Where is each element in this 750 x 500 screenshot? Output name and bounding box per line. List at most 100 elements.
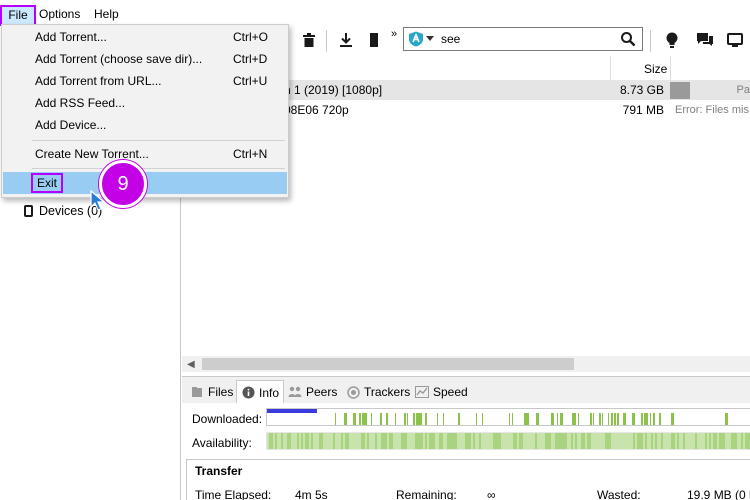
torrent-size: 791 MB	[622, 103, 664, 117]
remaining-value: ∞	[487, 488, 496, 500]
toolbar: » see	[288, 27, 750, 53]
piece-mark	[557, 413, 558, 425]
overflow-chevron-icon[interactable]: »	[385, 25, 403, 43]
menu-item-add-rss-feed[interactable]: Add RSS Feed...	[3, 92, 287, 114]
chat-icon[interactable]	[696, 31, 714, 49]
piece-mark	[590, 413, 592, 425]
torrent-status: Pa	[670, 82, 750, 99]
piece-mark	[653, 413, 655, 425]
piece-mark	[551, 413, 554, 425]
wasted-value: 19.9 MB (0 h	[687, 488, 750, 500]
piece-mark	[650, 413, 651, 425]
menu-item-add-torrent-from-url[interactable]: Add Torrent from URL... Ctrl+U	[3, 70, 287, 92]
horizontal-scrollbar[interactable]: ◀	[182, 356, 750, 372]
piece-mark	[476, 413, 477, 425]
piece-mark	[617, 413, 619, 425]
piece-mark	[611, 413, 613, 425]
piece-mark	[335, 413, 336, 425]
speed-graph-icon	[415, 385, 429, 399]
device-icon	[24, 205, 33, 217]
downloaded-pieces-bar	[266, 408, 750, 426]
status-text: Pa	[736, 84, 750, 96]
wasted-label: Wasted:	[597, 488, 641, 500]
piece-mark	[395, 413, 396, 425]
menu-options[interactable]: Options	[39, 5, 80, 23]
search-provider-icon[interactable]	[408, 31, 424, 47]
menu-item-label: Add Torrent (choose save dir)...	[35, 52, 203, 66]
piece-mark	[659, 413, 661, 425]
tab-label: Peers	[306, 385, 338, 399]
piece-mark	[425, 413, 427, 425]
piece-mark	[413, 413, 415, 425]
menu-file[interactable]: File	[0, 5, 36, 26]
menu-item-label: Add Torrent from URL...	[35, 74, 162, 88]
scrollbar-thumb[interactable]	[202, 358, 574, 370]
availability-label: Availability:	[192, 436, 252, 450]
tab-peers[interactable]: Peers	[284, 380, 341, 404]
column-divider[interactable]	[670, 56, 671, 81]
piece-mark	[419, 413, 422, 425]
piece-mark	[404, 413, 406, 425]
menu-item-add-torrent-choose-dir[interactable]: Add Torrent (choose save dir)... Ctrl+D	[3, 48, 287, 70]
piece-mark	[602, 413, 603, 425]
info-icon	[241, 386, 255, 400]
menu-item-create-new-torrent[interactable]: Create New Torrent... Ctrl+N	[3, 143, 287, 165]
piece-mark	[365, 413, 367, 425]
piece-mark	[623, 413, 626, 425]
piece-mark	[725, 413, 728, 425]
peers-icon	[288, 385, 302, 399]
delete-icon[interactable]	[300, 31, 318, 49]
column-divider[interactable]	[610, 56, 611, 81]
piece-mark	[407, 413, 408, 425]
section-title: Transfer	[195, 464, 243, 478]
column-header-size[interactable]: Size	[644, 62, 667, 76]
piece-mark	[641, 413, 643, 425]
time-elapsed-value: 4m 5s	[295, 488, 328, 500]
chevron-down-icon[interactable]	[426, 36, 434, 41]
piece-mark	[671, 413, 674, 425]
menu-item-shortcut: Ctrl+U	[233, 74, 268, 88]
piece-mark	[593, 413, 594, 425]
menu-item-add-device[interactable]: Add Device...	[3, 114, 287, 136]
files-icon	[190, 385, 204, 399]
menu-item-shortcut: Ctrl+D	[233, 52, 268, 66]
scroll-left-arrow-icon[interactable]: ◀	[187, 359, 195, 370]
piece-mark	[560, 413, 563, 425]
time-elapsed-label: Time Elapsed:	[195, 488, 272, 500]
tab-label: Info	[259, 385, 280, 400]
lightbulb-icon[interactable]	[663, 31, 681, 49]
tab-speed[interactable]: Speed	[411, 380, 472, 404]
stop-icon[interactable]	[365, 31, 383, 49]
piece-mark	[578, 413, 579, 425]
status-progress-bar	[670, 82, 690, 99]
remote-icon[interactable]	[726, 31, 744, 49]
transfer-section: Transfer Time Elapsed: 4m 5s Remaining: …	[186, 459, 750, 500]
download-icon[interactable]	[337, 31, 355, 49]
search-input[interactable]: see	[441, 32, 460, 46]
piece-mark	[509, 413, 510, 425]
torrent-name: 08E06 720p	[284, 103, 349, 117]
piece-mark	[371, 413, 372, 425]
tab-info[interactable]: Info	[236, 380, 285, 404]
piece-mark	[458, 413, 460, 425]
search-box[interactable]: see	[403, 27, 643, 51]
tab-files[interactable]: Files	[186, 380, 237, 404]
step-number-badge: 9	[99, 160, 147, 208]
piece-mark	[359, 413, 361, 425]
tab-label: Trackers	[364, 385, 411, 399]
piece-mark	[482, 413, 483, 425]
torrent-name: n 1 (2019) [1080p]	[284, 83, 383, 97]
menu-separator	[32, 168, 285, 169]
menu-item-label: Exit	[31, 173, 64, 193]
menu-help[interactable]: Help	[94, 5, 119, 23]
torrent-size: 8.73 GB	[619, 83, 664, 97]
piece-mark	[443, 413, 444, 425]
piece-mark	[353, 413, 356, 425]
menu-item-add-torrent[interactable]: Add Torrent... Ctrl+O	[3, 26, 287, 48]
piece-mark	[536, 413, 539, 425]
search-icon[interactable]	[620, 31, 636, 47]
tab-label: Files	[208, 385, 234, 399]
tab-trackers[interactable]: Trackers	[342, 380, 414, 404]
piece-mark	[632, 413, 635, 425]
availability-bar	[266, 432, 750, 450]
